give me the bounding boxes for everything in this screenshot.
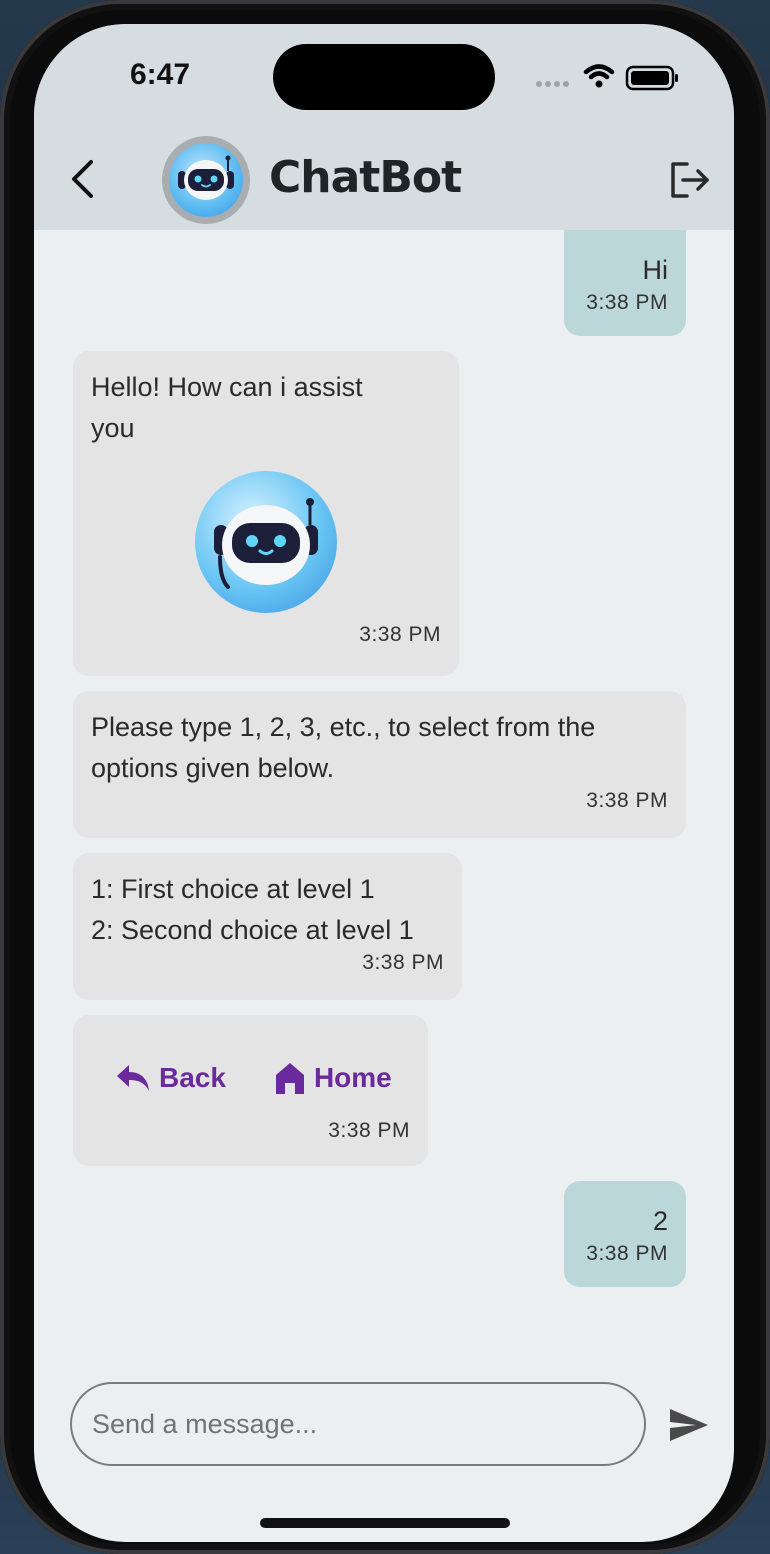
home-nav-label: Home — [313, 1062, 392, 1093]
robot-icon — [214, 498, 318, 589]
bot-message: Back Home 3:38 PM — [73, 1015, 428, 1166]
battery-icon — [625, 65, 678, 91]
home-nav-button[interactable]: Home — [250, 1051, 416, 1105]
reply-icon — [117, 1065, 149, 1091]
logout-icon — [671, 162, 709, 198]
message-text: Please type 1, 2, 3, etc., to select fro… — [91, 712, 596, 783]
home-icon — [275, 1063, 304, 1094]
message-time: 3:38 PM — [359, 623, 441, 646]
user-message: Hi 3:38 PM — [564, 230, 686, 336]
status-icons — [534, 62, 684, 92]
message-text: Hi — [642, 255, 669, 285]
cellular-signal-icon — [536, 81, 569, 87]
message-input[interactable] — [70, 1382, 646, 1466]
message-time: 3:38 PM — [362, 951, 444, 974]
message-text: 2 — [652, 1206, 668, 1236]
logout-button[interactable] — [662, 156, 718, 204]
status-time: 6:47 — [130, 58, 191, 91]
send-icon — [670, 1409, 708, 1441]
bot-message: Hello! How can i assist you 3:38 PM — [73, 351, 459, 676]
message-text: Hello! How can i assist you — [91, 372, 363, 443]
robot-image — [195, 471, 337, 613]
avatar — [162, 136, 250, 224]
message-time: 3:38 PM — [328, 1119, 410, 1142]
wifi-icon — [583, 64, 615, 88]
option-line: 2: Second choice at level 1 — [91, 915, 414, 945]
page-title: ChatBot — [269, 152, 462, 203]
dynamic-island — [273, 44, 495, 110]
user-message: 2 3:38 PM — [564, 1181, 686, 1287]
message-time: 3:38 PM — [586, 291, 668, 314]
message-time: 3:38 PM — [586, 1242, 668, 1265]
app-screen: 6:47 ChatBot Hi 3:38 PM Hello! How can i… — [34, 24, 734, 1542]
option-line: 1: First choice at level 1 — [91, 874, 375, 904]
nav-buttons: Back Home — [91, 1051, 410, 1105]
chevron-left-icon — [72, 160, 93, 198]
send-button[interactable] — [664, 1400, 714, 1450]
message-time: 3:38 PM — [586, 789, 668, 812]
home-indicator — [260, 1518, 510, 1528]
bot-message: Please type 1, 2, 3, etc., to select fro… — [73, 691, 686, 838]
bot-message: 1: First choice at level 1 2: Second cho… — [73, 853, 462, 1000]
robot-icon — [178, 155, 234, 200]
back-nav-button[interactable]: Back — [91, 1052, 250, 1104]
back-button[interactable] — [62, 154, 102, 204]
back-nav-label: Back — [159, 1062, 226, 1093]
